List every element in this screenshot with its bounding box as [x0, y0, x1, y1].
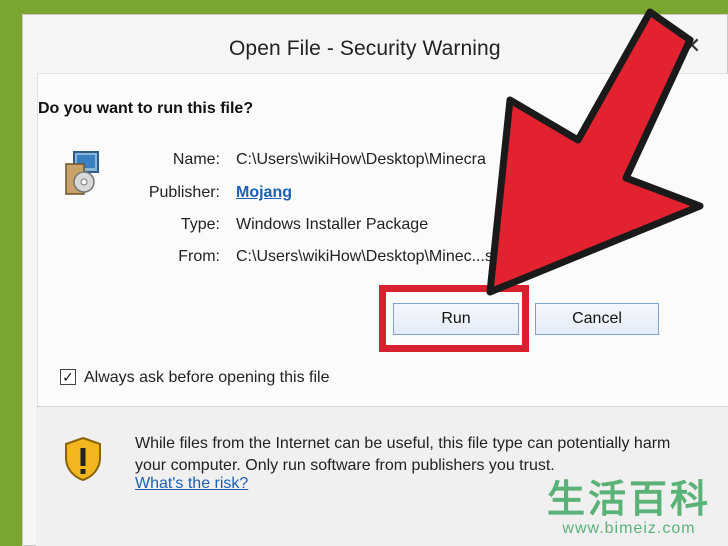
- red-arrow-annotation: [486, 8, 704, 296]
- watermark: 生活百科 www.bimeiz.com: [536, 480, 722, 538]
- watermark-url: www.bimeiz.com: [562, 520, 696, 537]
- watermark-chars: 生活百科: [546, 479, 711, 521]
